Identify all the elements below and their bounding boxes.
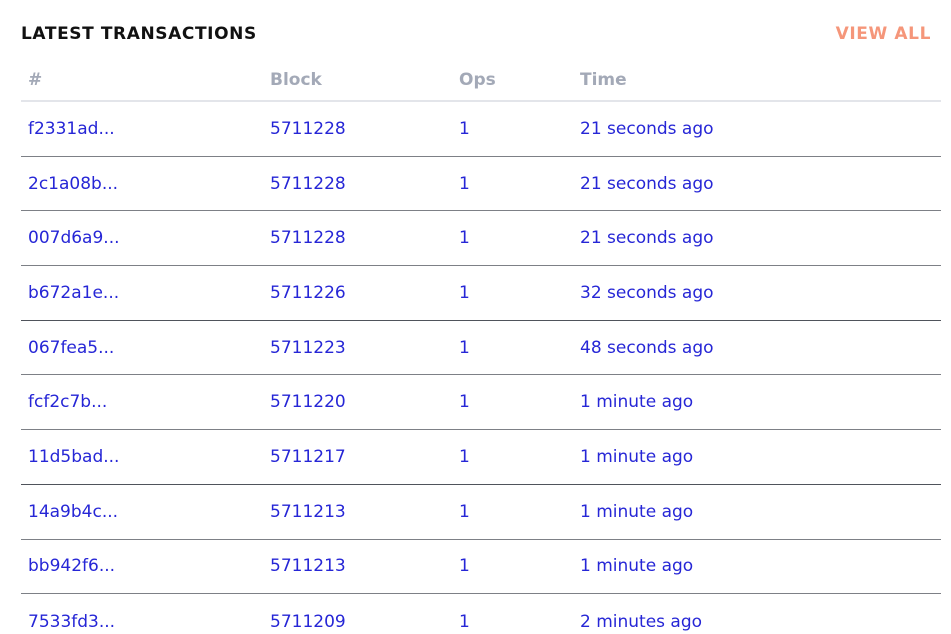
block-number-link[interactable]: 5711228 [270, 228, 459, 248]
ops-count: 1 [459, 501, 470, 522]
column-header-hash: # [28, 69, 43, 90]
transaction-hash-link[interactable]: bb942f6... [21, 556, 270, 576]
block-number-link[interactable]: 5711213 [270, 502, 459, 522]
time-ago-link[interactable]: 1 minute ago [580, 502, 941, 522]
transaction-hash-link[interactable]: 2c1a08b... [21, 174, 270, 194]
view-all-link[interactable]: VIEW ALL [836, 24, 931, 44]
time-ago-link[interactable]: 48 seconds ago [580, 338, 941, 358]
block-number-link[interactable]: 5711213 [270, 556, 459, 576]
ops-count: 1 [459, 556, 470, 577]
table-row: b672a1e... 5711226 1 32 seconds ago [21, 266, 941, 321]
table-header: # Block Ops Time [21, 59, 941, 102]
ops-count: 1 [459, 337, 470, 358]
table-row: f2331ad... 5711228 1 21 seconds ago [21, 102, 941, 157]
ops-count: 1 [459, 282, 470, 303]
block-number-link[interactable]: 5711217 [270, 447, 459, 467]
block-number-link[interactable]: 5711209 [270, 612, 459, 632]
ops-count: 1 [459, 446, 470, 467]
time-ago-link[interactable]: 21 seconds ago [580, 228, 941, 248]
table-row: 7533fd3... 5711209 1 2 minutes ago [21, 594, 941, 634]
transaction-hash-link[interactable]: 11d5bad... [21, 447, 270, 467]
table-row: 007d6a9... 5711228 1 21 seconds ago [21, 211, 941, 267]
ops-count: 1 [459, 392, 470, 413]
block-number-link[interactable]: 5711220 [270, 392, 459, 412]
transaction-hash-link[interactable]: f2331ad... [21, 119, 270, 139]
column-header-time: Time [580, 69, 627, 90]
table-row: 2c1a08b... 5711228 1 21 seconds ago [21, 157, 941, 212]
transaction-hash-link[interactable]: b672a1e... [21, 283, 270, 303]
transaction-hash-link[interactable]: 14a9b4c... [21, 502, 270, 522]
time-ago-link[interactable]: 2 minutes ago [580, 612, 941, 632]
block-number-link[interactable]: 5711228 [270, 119, 459, 139]
latest-transactions-panel: LATEST TRANSACTIONS VIEW ALL # Block Ops… [0, 0, 951, 634]
column-header-block: Block [270, 69, 322, 90]
table-row: 11d5bad... 5711217 1 1 minute ago [21, 430, 941, 485]
transaction-hash-link[interactable]: 7533fd3... [21, 612, 270, 632]
time-ago-link[interactable]: 21 seconds ago [580, 174, 941, 194]
transaction-hash-link[interactable]: 007d6a9... [21, 228, 270, 248]
table-row: 14a9b4c... 5711213 1 1 minute ago [21, 485, 941, 540]
time-ago-link[interactable]: 1 minute ago [580, 447, 941, 467]
ops-count: 1 [459, 118, 470, 139]
ops-count: 1 [459, 611, 470, 632]
time-ago-link[interactable]: 1 minute ago [580, 556, 941, 576]
time-ago-link[interactable]: 21 seconds ago [580, 119, 941, 139]
column-header-ops: Ops [459, 69, 496, 90]
panel-title: LATEST TRANSACTIONS [21, 24, 257, 44]
block-number-link[interactable]: 5711228 [270, 174, 459, 194]
panel-header: LATEST TRANSACTIONS VIEW ALL [21, 20, 931, 48]
block-number-link[interactable]: 5711226 [270, 283, 459, 303]
table-row: bb942f6... 5711213 1 1 minute ago [21, 540, 941, 595]
transactions-table: # Block Ops Time f2331ad... 5711228 1 21… [21, 59, 941, 634]
transaction-hash-link[interactable]: 067fea5... [21, 338, 270, 358]
table-row: 067fea5... 5711223 1 48 seconds ago [21, 321, 941, 376]
time-ago-link[interactable]: 1 minute ago [580, 392, 941, 412]
time-ago-link[interactable]: 32 seconds ago [580, 283, 941, 303]
ops-count: 1 [459, 228, 470, 249]
transaction-hash-link[interactable]: fcf2c7b... [21, 392, 270, 412]
block-number-link[interactable]: 5711223 [270, 338, 459, 358]
table-row: fcf2c7b... 5711220 1 1 minute ago [21, 375, 941, 431]
ops-count: 1 [459, 173, 470, 194]
